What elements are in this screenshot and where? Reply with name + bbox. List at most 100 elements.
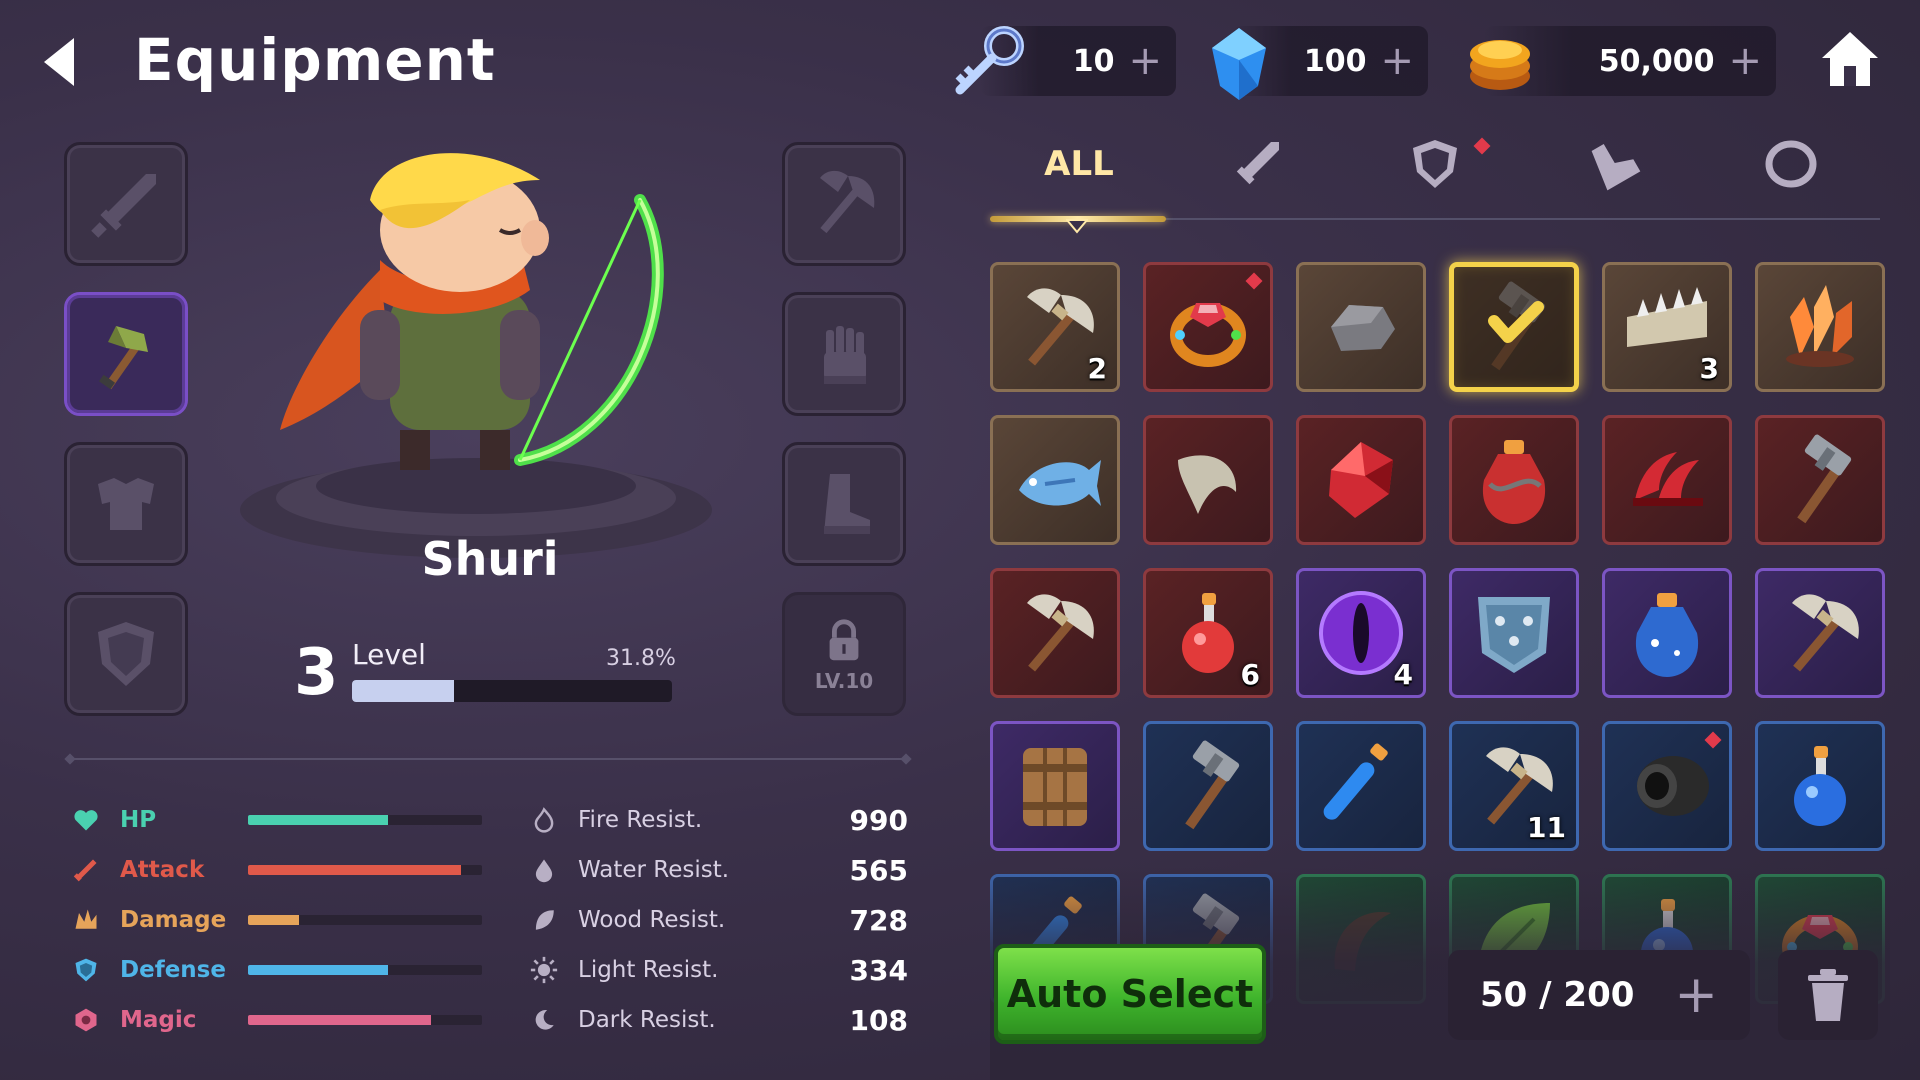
inventory-item[interactable] xyxy=(1449,568,1579,698)
inventory-item[interactable] xyxy=(1296,874,1426,1004)
shield-icon xyxy=(98,622,154,686)
inventory-item[interactable] xyxy=(990,568,1120,698)
auto-select-button[interactable]: Auto Select xyxy=(994,944,1266,1044)
inventory-item[interactable] xyxy=(1449,262,1579,392)
sword-icon xyxy=(91,174,156,238)
tab-all[interactable]: ALL xyxy=(1004,118,1154,210)
hero-level-number: 3 xyxy=(294,636,339,710)
trash-icon xyxy=(1808,969,1848,1021)
axe-icon xyxy=(820,170,875,234)
capacity-value: 50 / 200 xyxy=(1480,975,1635,1015)
magic-icon xyxy=(70,1004,102,1036)
tab-boots[interactable] xyxy=(1538,118,1688,210)
add-keys-button[interactable]: + xyxy=(1128,41,1162,81)
inventory-item[interactable] xyxy=(1143,415,1273,545)
resist-row-wood: Wood Resist. 728 xyxy=(528,900,908,940)
inventory-item[interactable] xyxy=(1143,721,1273,851)
tab-rings[interactable] xyxy=(1716,118,1866,210)
inventory-item[interactable] xyxy=(1602,568,1732,698)
stats-divider xyxy=(70,758,906,760)
inventory-item[interactable] xyxy=(990,415,1120,545)
stat-row-magic: Magic xyxy=(70,1000,490,1040)
stat-bar xyxy=(248,815,482,825)
item-count: 6 xyxy=(1240,658,1260,691)
inventory-item[interactable]: 11 xyxy=(1449,721,1579,851)
boot-icon xyxy=(824,474,870,534)
axe-icon xyxy=(1027,594,1094,672)
level-progress-bar xyxy=(352,680,672,702)
inventory-item[interactable]: 2 xyxy=(990,262,1120,392)
stat-bar xyxy=(248,865,482,875)
shield-icon xyxy=(1478,597,1550,673)
tab-weapons[interactable] xyxy=(1182,118,1332,210)
home-button[interactable] xyxy=(1820,28,1880,90)
inventory-item[interactable]: 4 xyxy=(1296,568,1426,698)
key-icon xyxy=(944,20,1030,106)
level-progress-fill xyxy=(352,680,454,702)
inventory-item[interactable]: 3 xyxy=(1602,262,1732,392)
axe-slot[interactable] xyxy=(782,142,906,266)
sword-icon xyxy=(1236,142,1279,185)
trash-button[interactable] xyxy=(1778,950,1878,1040)
inventory-item[interactable] xyxy=(1449,415,1579,545)
burst-icon xyxy=(70,904,102,936)
add-gold-button[interactable]: + xyxy=(1728,41,1762,81)
tool-slot[interactable] xyxy=(64,292,188,416)
inventory-item[interactable] xyxy=(1755,721,1885,851)
weapon-slot[interactable] xyxy=(64,142,188,266)
inventory-item[interactable] xyxy=(990,721,1120,851)
cannon-icon xyxy=(1637,756,1709,816)
hammer-icon xyxy=(1797,434,1852,524)
potion-blue-large-icon xyxy=(1635,593,1699,677)
inventory-item[interactable] xyxy=(1755,568,1885,698)
resist-label: Light Resist. xyxy=(578,957,719,983)
shield-slot[interactable] xyxy=(64,592,188,716)
resist-row-water: Water Resist. 565 xyxy=(528,850,908,890)
stat-fill xyxy=(248,815,389,825)
back-button[interactable] xyxy=(38,30,94,94)
stat-row-hp: HP xyxy=(70,800,490,840)
stat-row-damage: Damage xyxy=(70,900,490,940)
locked-slot: LV.10 xyxy=(782,592,906,716)
inventory-capacity: 50 / 200 + xyxy=(1448,950,1750,1040)
inventory-item[interactable]: 6 xyxy=(1143,568,1273,698)
resist-value: 334 xyxy=(849,953,908,987)
ring-icon xyxy=(1765,140,1817,188)
moon-icon xyxy=(528,1004,560,1036)
resist-row-fire: Fire Resist. 990 xyxy=(528,800,908,840)
leaf-icon xyxy=(528,904,560,936)
resist-value: 990 xyxy=(849,803,908,837)
boot-icon xyxy=(1591,143,1641,191)
resist-label: Water Resist. xyxy=(578,857,730,883)
add-gems-button[interactable]: + xyxy=(1380,41,1414,81)
water-drop-icon xyxy=(528,854,560,886)
item-count: 11 xyxy=(1527,811,1566,844)
horn-icon xyxy=(1334,912,1391,971)
sun-icon xyxy=(528,954,560,986)
resist-label: Wood Resist. xyxy=(578,907,726,933)
inventory-item[interactable] xyxy=(1296,415,1426,545)
expand-capacity-button[interactable]: + xyxy=(1674,969,1718,1021)
inventory-item[interactable] xyxy=(1755,415,1885,545)
tab-armor[interactable] xyxy=(1360,118,1510,210)
level-progress-percent: 31.8% xyxy=(606,646,676,671)
lock-icon xyxy=(829,619,859,661)
tab-caret-icon xyxy=(1066,219,1088,234)
inventory-item[interactable] xyxy=(1296,721,1426,851)
hero-portrait xyxy=(270,140,670,480)
stat-label: Defense xyxy=(120,957,226,983)
armor-slot[interactable] xyxy=(64,442,188,566)
inventory-item[interactable] xyxy=(1602,721,1732,851)
level-label: Level xyxy=(352,638,426,671)
inventory-item[interactable] xyxy=(1602,415,1732,545)
tab-all-label: ALL xyxy=(1044,144,1114,184)
inventory-item[interactable] xyxy=(1296,262,1426,392)
inventory-item[interactable] xyxy=(1755,262,1885,392)
check-icon xyxy=(1488,301,1544,343)
boots-slot[interactable] xyxy=(782,442,906,566)
chestplate-icon xyxy=(98,478,154,530)
glove-slot[interactable] xyxy=(782,292,906,416)
attack-icon xyxy=(70,854,102,886)
coin-icon xyxy=(1456,20,1542,106)
inventory-item[interactable] xyxy=(1143,262,1273,392)
